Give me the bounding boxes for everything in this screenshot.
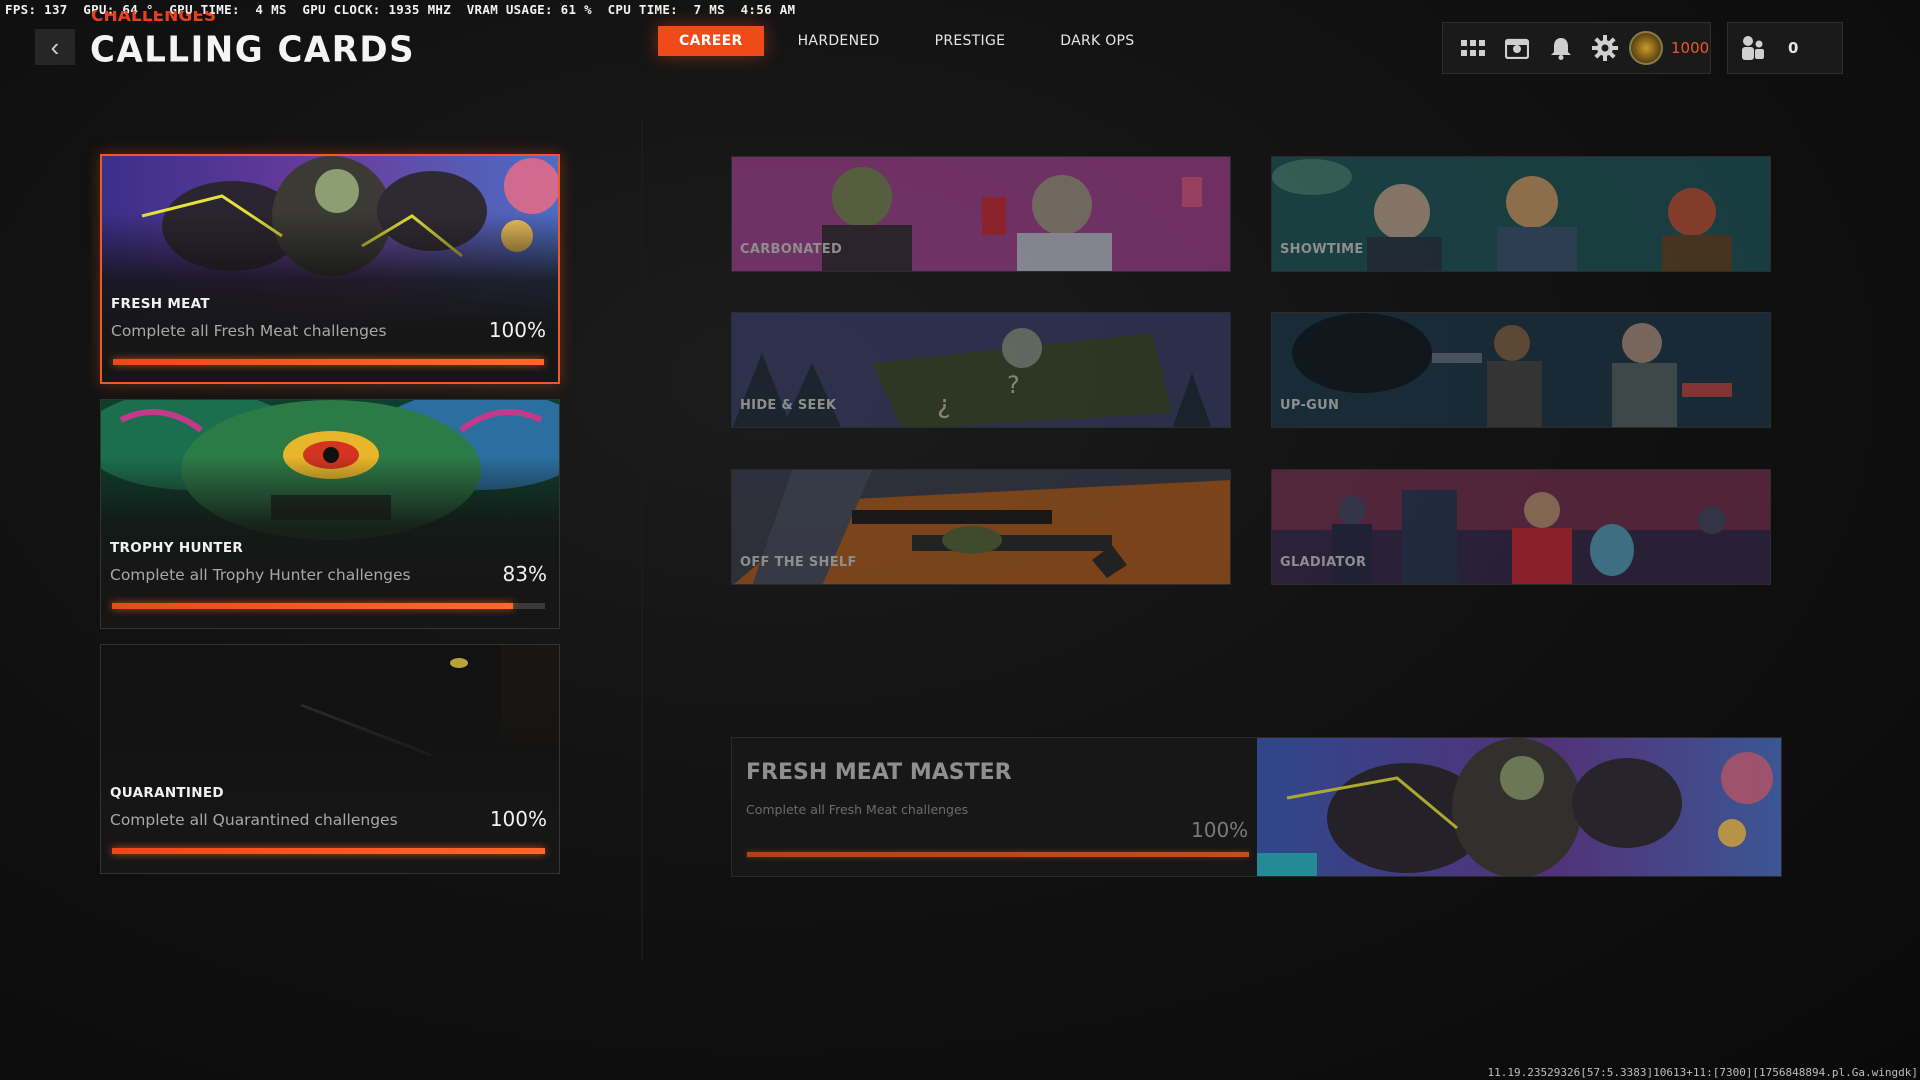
panel-divider bbox=[641, 120, 643, 960]
category-card-trophy-hunter[interactable]: TROPHY HUNTER Complete all Trophy Hunter… bbox=[100, 399, 560, 629]
master-percent: 100% bbox=[1191, 818, 1249, 842]
master-title: FRESH MEAT MASTER bbox=[746, 760, 1012, 785]
calling-card-showtime[interactable]: SHOWTIME bbox=[1271, 156, 1771, 272]
category-name: TROPHY HUNTER bbox=[110, 540, 244, 556]
category-percent: 100% bbox=[488, 318, 546, 342]
page-title: CALLING CARDS bbox=[90, 29, 416, 71]
calling-card-label: HIDE & SEEK bbox=[740, 398, 837, 413]
category-progress-fill bbox=[113, 359, 544, 365]
cod-points-value: 1000 bbox=[1671, 39, 1710, 57]
master-reward-panel[interactable]: FRESH MEAT MASTER Complete all Fresh Mea… bbox=[731, 737, 1782, 877]
svg-text:¿: ¿ bbox=[937, 390, 951, 420]
category-name: QUARANTINED bbox=[110, 785, 224, 801]
chevron-left-icon: ‹ bbox=[50, 31, 60, 62]
svg-text:?: ? bbox=[1007, 371, 1020, 399]
calling-card-label: SHOWTIME bbox=[1280, 242, 1364, 257]
calling-card-label: OFF THE SHELF bbox=[740, 555, 857, 570]
tab-prestige[interactable]: PRESTIGE bbox=[914, 26, 1027, 56]
trophy-hunter-art bbox=[101, 400, 559, 628]
category-progress-track bbox=[112, 848, 545, 854]
cod-points-icon bbox=[1629, 31, 1663, 65]
tab-bar: CAREER HARDENED PRESTIGE DARK OPS bbox=[658, 26, 1168, 56]
back-button[interactable]: ‹ bbox=[35, 29, 75, 65]
master-description: Complete all Fresh Meat challenges bbox=[746, 802, 969, 817]
tab-career[interactable]: CAREER bbox=[658, 26, 764, 56]
quarantined-art bbox=[101, 645, 559, 873]
category-progress-track bbox=[113, 359, 544, 365]
master-progress-track bbox=[747, 852, 1249, 857]
calling-card-label: CARBONATED bbox=[740, 242, 843, 257]
category-progress-track bbox=[112, 603, 545, 609]
cod-points-display[interactable]: 1000 bbox=[1629, 31, 1709, 65]
top-hud: 1000 bbox=[1442, 22, 1711, 74]
master-calling-card-art bbox=[1257, 738, 1781, 876]
store-icon[interactable] bbox=[1495, 28, 1539, 68]
calling-card-up-gun[interactable]: UP-GUN bbox=[1271, 312, 1771, 428]
category-name: FRESH MEAT bbox=[111, 296, 210, 312]
category-description: Complete all Fresh Meat challenges bbox=[111, 322, 387, 340]
calling-card-hide-and-seek[interactable]: ¿ ? HIDE & SEEK bbox=[731, 312, 1231, 428]
calling-card-carbonated[interactable]: CARBONATED bbox=[731, 156, 1231, 272]
social-icon bbox=[1742, 36, 1764, 60]
category-progress-fill bbox=[112, 603, 513, 609]
tab-hardened[interactable]: HARDENED bbox=[777, 26, 901, 56]
calling-card-label: UP-GUN bbox=[1280, 398, 1340, 413]
fresh-meat-art bbox=[102, 156, 558, 382]
social-count: 0 bbox=[1788, 39, 1799, 57]
category-percent: 100% bbox=[489, 807, 547, 831]
category-description: Complete all Trophy Hunter challenges bbox=[110, 566, 411, 584]
category-description: Complete all Quarantined challenges bbox=[110, 811, 398, 829]
up-gun-art bbox=[1272, 313, 1770, 427]
notification-bell-icon[interactable] bbox=[1539, 28, 1583, 68]
tab-dark-ops[interactable]: DARK OPS bbox=[1039, 26, 1155, 56]
build-version-string: 11.19.23529326[57:5.3383]10613+11:[7300]… bbox=[1487, 1066, 1918, 1079]
settings-gear-icon[interactable] bbox=[1583, 28, 1627, 68]
category-percent: 83% bbox=[502, 562, 547, 586]
category-card-fresh-meat[interactable]: FRESH MEAT Complete all Fresh Meat chall… bbox=[100, 154, 560, 384]
calling-card-off-the-shelf[interactable]: OFF THE SHELF bbox=[731, 469, 1231, 585]
category-card-quarantined[interactable]: QUARANTINED Complete all Quarantined cha… bbox=[100, 644, 560, 874]
breadcrumb[interactable]: CHALLENGES bbox=[91, 11, 216, 27]
category-progress-fill bbox=[112, 848, 545, 854]
calling-card-gladiator[interactable]: GLADIATOR bbox=[1271, 469, 1771, 585]
calling-card-label: GLADIATOR bbox=[1280, 555, 1367, 570]
social-button[interactable]: 0 bbox=[1727, 22, 1843, 74]
grid-menu-icon[interactable] bbox=[1451, 28, 1495, 68]
master-progress-fill bbox=[747, 852, 1249, 857]
